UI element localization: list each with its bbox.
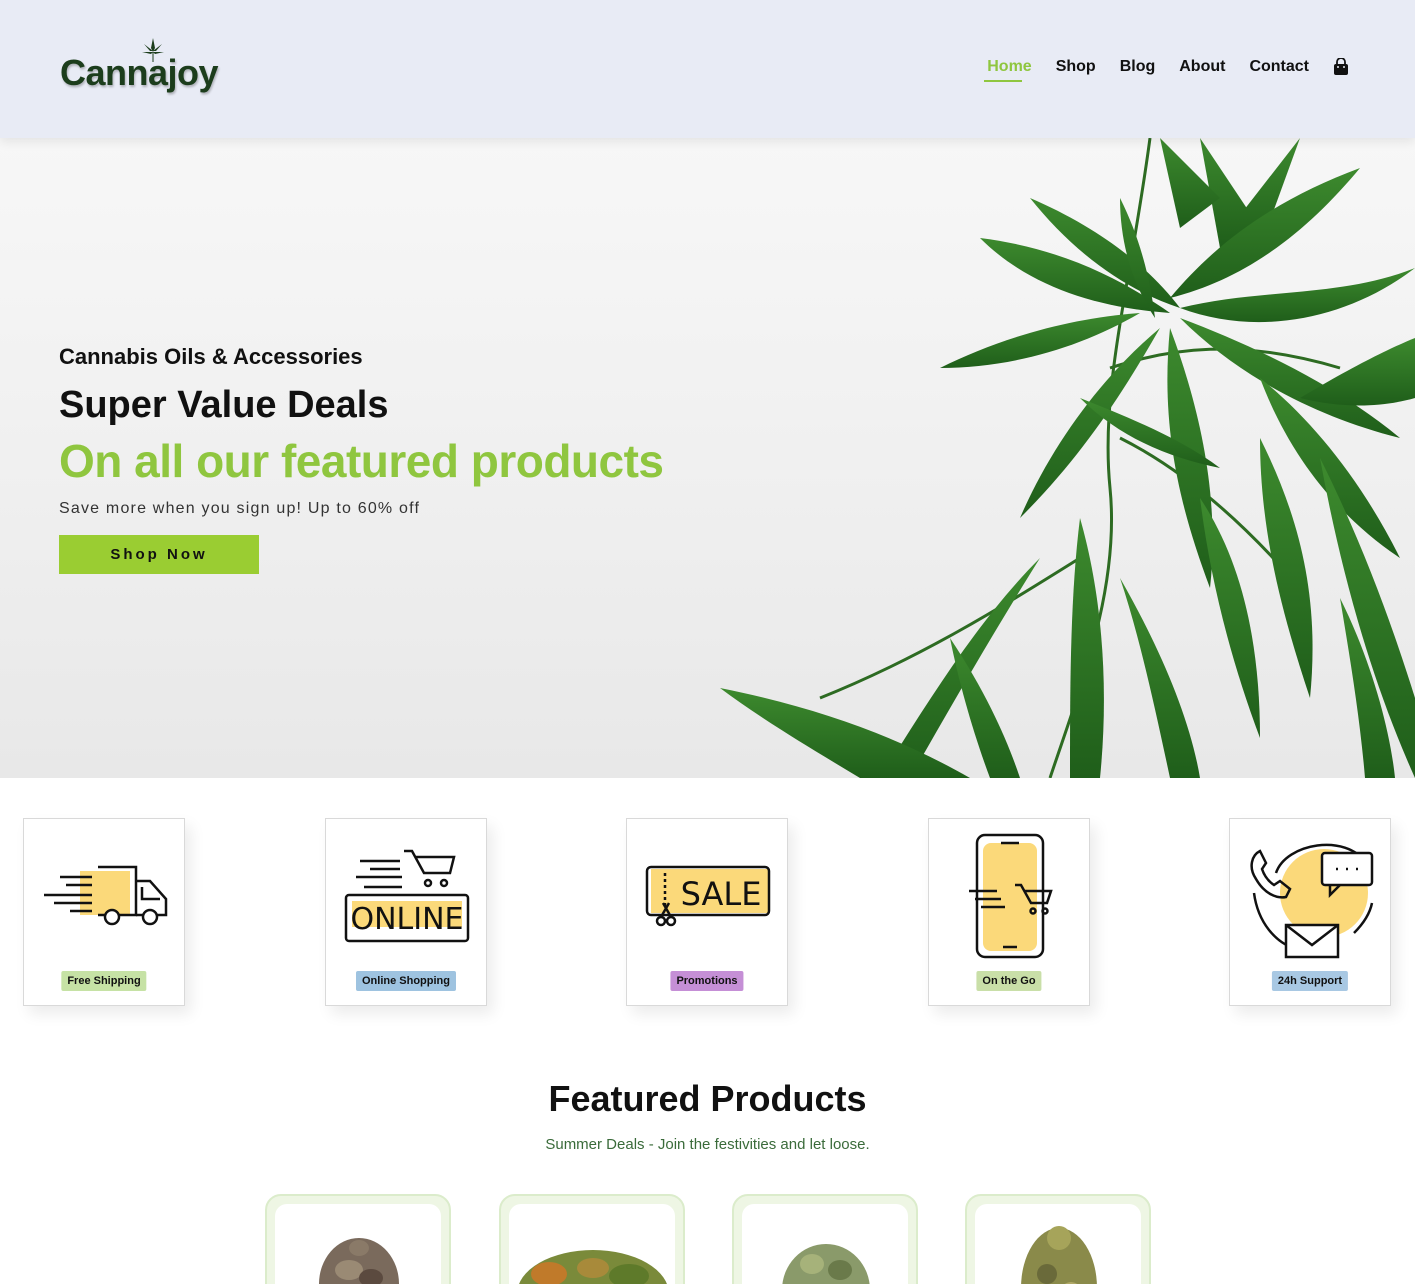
- features-row: Free Shipping ONLINE Online Shopping SAL…: [0, 818, 1415, 1006]
- feature-label: Online Shopping: [356, 971, 456, 991]
- online-cart-icon: ONLINE: [344, 849, 470, 943]
- feature-label: Promotions: [670, 971, 744, 991]
- hero-description: Save more when you sign up! Up to 60% of…: [59, 500, 421, 517]
- support-phone-icon: [1250, 843, 1374, 959]
- feature-label: On the Go: [976, 971, 1042, 991]
- feature-card-promotions[interactable]: SALE Promotions: [626, 818, 788, 1006]
- product-card[interactable]: [965, 1194, 1151, 1284]
- product-card[interactable]: [732, 1194, 918, 1284]
- feature-card-online-shopping[interactable]: ONLINE Online Shopping: [325, 818, 487, 1006]
- hero-eyebrow: Cannabis Oils & Accessories: [59, 344, 363, 369]
- product-card[interactable]: [265, 1194, 451, 1284]
- nav-about[interactable]: About: [1179, 58, 1225, 76]
- cannabis-bud-image: [1021, 1226, 1097, 1284]
- feature-card-on-the-go[interactable]: On the Go: [928, 818, 1090, 1006]
- product-card[interactable]: [499, 1194, 685, 1284]
- hero-banner: Cannabis Oils & Accessories Super Value …: [0, 138, 1415, 778]
- hero-subtitle: On all our featured products: [59, 435, 664, 487]
- logo-text: Cannajoy: [60, 52, 219, 93]
- shop-now-button[interactable]: Shop Now: [59, 535, 259, 574]
- feature-card-free-shipping[interactable]: Free Shipping: [23, 818, 185, 1006]
- site-header: Cannajoy Home Shop Blog About Contact: [0, 0, 1415, 138]
- feature-card-24h-support[interactable]: 24h Support: [1229, 818, 1391, 1006]
- feature-label: Free Shipping: [61, 971, 147, 991]
- hero-title: Super Value Deals: [59, 384, 389, 426]
- feature-label: 24h Support: [1271, 971, 1349, 991]
- featured-products-title: Featured Products: [548, 1078, 867, 1119]
- nav-contact[interactable]: Contact: [1249, 58, 1309, 76]
- main-nav: Home Shop Blog About Contact: [963, 58, 1349, 82]
- nav-home[interactable]: Home: [984, 58, 1032, 82]
- cannabis-plant-image: [720, 138, 1415, 778]
- mobile-shopping-icon: [969, 833, 1053, 959]
- shopping-bag-icon[interactable]: [1333, 58, 1349, 76]
- nav-shop[interactable]: Shop: [1056, 58, 1096, 76]
- cannabis-bud-image: [782, 1244, 870, 1284]
- nav-blog[interactable]: Blog: [1120, 58, 1156, 76]
- svg-text:ONLINE: ONLINE: [350, 902, 463, 937]
- logo[interactable]: Cannajoy: [60, 36, 219, 100]
- sale-coupon-icon: SALE: [645, 865, 771, 927]
- cannabis-bud-image: [519, 1250, 667, 1284]
- cannabis-bud-image: [319, 1238, 399, 1284]
- svg-text:SALE: SALE: [681, 875, 762, 913]
- delivery-truck-icon: [44, 865, 168, 926]
- featured-products-subtitle: Summer Deals - Join the festivities and …: [545, 1136, 870, 1153]
